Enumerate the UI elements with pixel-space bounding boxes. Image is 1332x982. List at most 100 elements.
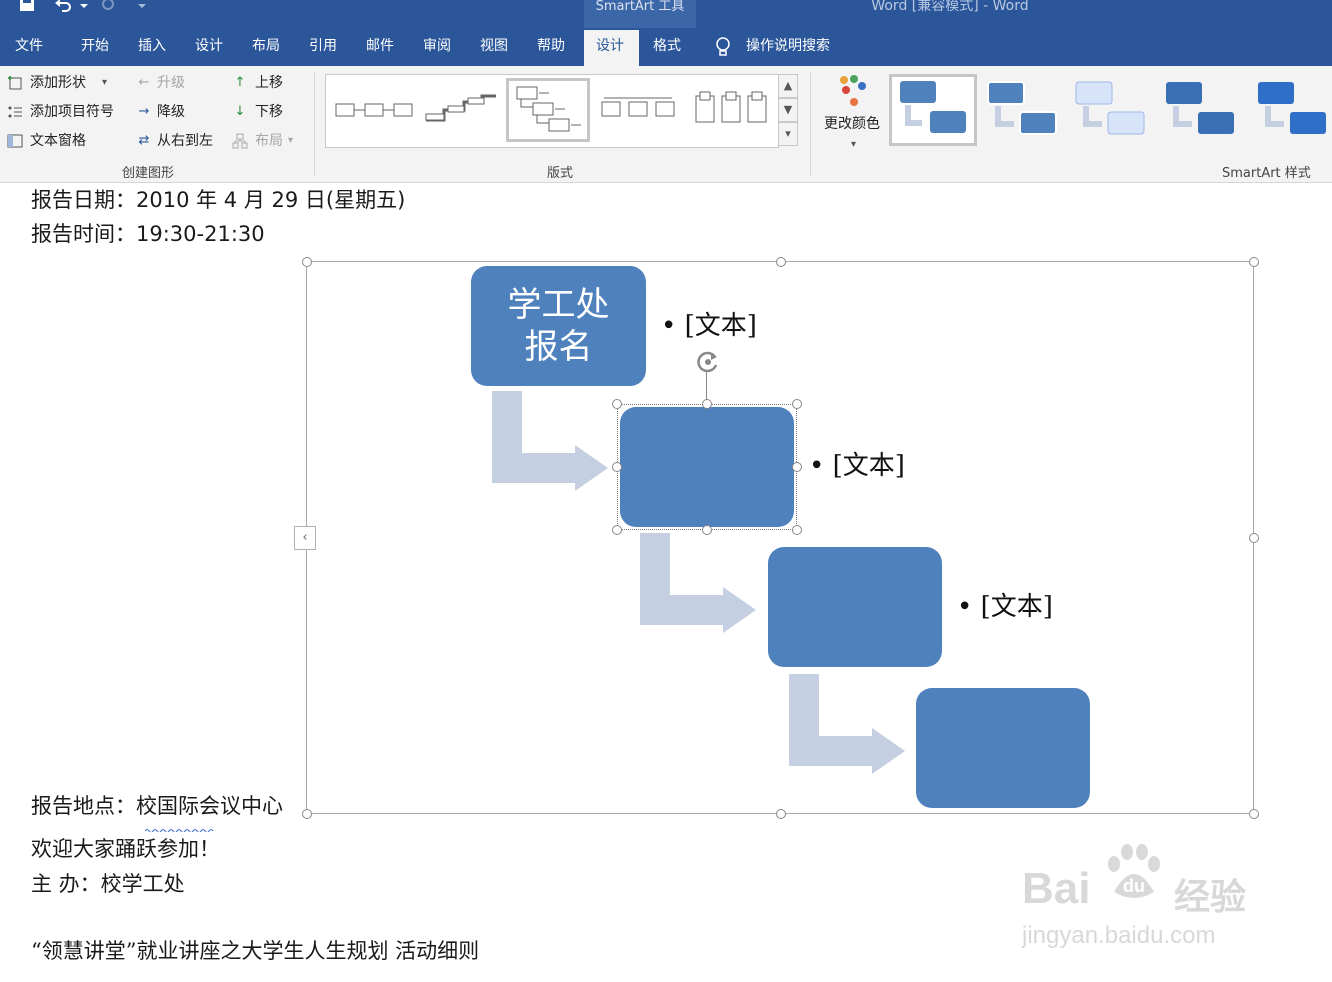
ribbon: 添加形状 ▾ 添加项目符号 文本窗格 ← 升级 → 降级 ⇄ 从右到左 ↑ 上移…: [0, 66, 1332, 183]
rotate-handle-icon[interactable]: [694, 348, 722, 376]
box-1-line: 学工处 报名: [507, 285, 610, 367]
box-2-bullet-text[interactable]: • [文本]: [809, 451, 905, 481]
redo-icon[interactable]: [98, 0, 118, 12]
layout-thumbnail-continuous-arrow[interactable]: [596, 78, 680, 142]
frame-resize-handle-right[interactable]: [1249, 533, 1259, 543]
shape-resize-handle-right[interactable]: [792, 462, 802, 472]
right-to-left-button[interactable]: 从右到左: [157, 132, 213, 150]
layouts-gallery: [325, 74, 779, 148]
smartart-style-thumbnail-simple-fill-selected[interactable]: [889, 74, 977, 146]
shape-resize-handle-left[interactable]: [612, 462, 622, 472]
add-bullet-button[interactable]: 添加项目符号: [30, 103, 114, 121]
process-box-3[interactable]: [768, 547, 942, 667]
tab-file[interactable]: 文件: [15, 35, 43, 57]
tab-smartart-format[interactable]: 格式: [653, 35, 681, 57]
connector-arrow-1: [492, 391, 608, 491]
move-up-button[interactable]: 上移: [255, 74, 283, 92]
shape-resize-handle-bottom-right[interactable]: [792, 525, 802, 535]
activity-title-line: “领慧讲堂”就业讲座之大学生人生规划 活动细则: [31, 939, 480, 963]
shape-resize-handle-top-left[interactable]: [612, 399, 622, 409]
group-separator: [810, 72, 811, 176]
frame-resize-handle-top[interactable]: [776, 257, 786, 267]
layout-thumbnail-basic-process[interactable]: [332, 78, 416, 142]
tab-smartart-design[interactable]: 设计: [596, 35, 624, 57]
smartart-style-thumbnail-moderate-effect[interactable]: [1158, 74, 1246, 146]
layout-thumbnail-detailed-process[interactable]: [688, 78, 772, 142]
save-icon[interactable]: [18, 0, 38, 12]
report-time-line: 报告时间：19:30-21:30: [31, 222, 265, 246]
connector-arrow-2: [640, 533, 756, 633]
tab-view[interactable]: 视图: [480, 35, 508, 57]
promote-icon: ←: [138, 75, 150, 90]
text-pane-toggle-chevron-icon[interactable]: ‹: [294, 526, 316, 550]
layout-button[interactable]: 布局: [255, 132, 283, 150]
tab-design[interactable]: 设计: [195, 35, 223, 57]
shape-resize-handle-top[interactable]: [702, 399, 712, 409]
box-1-bullet-text[interactable]: • [文本]: [661, 311, 757, 341]
create-graphic-group-label: 创建图形: [122, 166, 175, 181]
gallery-scroll-down-button[interactable]: ▼: [778, 98, 798, 122]
frame-resize-handle-top-left[interactable]: [302, 257, 312, 267]
tab-help[interactable]: 帮助: [537, 35, 565, 57]
tab-mailings[interactable]: 邮件: [366, 35, 394, 57]
add-shape-dropdown-icon[interactable]: ▾: [102, 74, 107, 92]
tab-insert[interactable]: 插入: [138, 35, 166, 57]
undo-dropdown-icon[interactable]: [78, 0, 98, 12]
text-pane-button[interactable]: 文本窗格: [30, 132, 86, 150]
report-date-line: 报告日期：2010 年 4 月 29 日(星期五): [31, 188, 406, 212]
smartart-style-thumbnail-intense-effect[interactable]: [1246, 74, 1332, 146]
tab-references[interactable]: 引用: [309, 35, 337, 57]
watermark-brand-suffix: 经验: [1174, 877, 1247, 918]
watermark-brand: Bai: [1022, 864, 1091, 913]
smartart-style-thumbnail-subtle-effect[interactable]: [1068, 74, 1156, 146]
change-colors-icon: [836, 74, 872, 110]
group-separator: [314, 72, 315, 176]
move-down-button[interactable]: 下移: [255, 103, 283, 121]
demote-icon: →: [138, 104, 150, 119]
tab-review[interactable]: 审阅: [423, 35, 451, 57]
report-place-line: 报告地点：校国际会议中心: [31, 794, 283, 818]
move-down-icon: ↓: [234, 104, 246, 119]
paw-logo-icon: du: [1100, 842, 1166, 908]
tab-home[interactable]: 开始: [81, 35, 109, 57]
process-box-1-text[interactable]: 学工处 报名: [471, 284, 646, 368]
layout-dropdown-icon[interactable]: ▾: [288, 132, 293, 150]
move-up-icon: ↑: [234, 75, 246, 90]
process-box-4[interactable]: [916, 688, 1090, 808]
gallery-more-button[interactable]: ▾: [778, 122, 798, 146]
text-pane-icon: [7, 133, 23, 149]
customize-qat-icon[interactable]: [134, 0, 154, 12]
layout-org-icon: [232, 133, 248, 149]
box-3-bullet-text[interactable]: • [文本]: [957, 592, 1053, 622]
tab-layout[interactable]: 布局: [252, 35, 280, 57]
frame-resize-handle-top-right[interactable]: [1249, 257, 1259, 267]
frame-resize-handle-bottom-left[interactable]: [302, 809, 312, 819]
add-shape-button[interactable]: 添加形状: [30, 74, 86, 92]
smartart-style-thumbnail-white-outline[interactable]: [980, 74, 1068, 146]
smartart-styles-group-label: SmartArt 样式: [1222, 166, 1311, 181]
gallery-scroll-up-button[interactable]: ▲: [778, 74, 798, 98]
context-group-title: SmartArt 工具: [595, 0, 685, 14]
watermark-url: jingyan.baidu.com: [1022, 922, 1216, 949]
change-colors-button[interactable]: 更改颜色: [824, 115, 880, 133]
baidu-jingyan-watermark: Bai du 经验 jingyan.baidu.com: [1020, 836, 1280, 956]
layout-thumbnail-step-up[interactable]: [420, 78, 504, 142]
welcome-line: 欢迎大家踊跃参加！: [31, 837, 220, 861]
layouts-gallery-scroll: ▲ ▼ ▾: [778, 74, 798, 146]
undo-icon[interactable]: [54, 0, 74, 12]
frame-resize-handle-bottom-right[interactable]: [1249, 809, 1259, 819]
add-bullet-icon: [7, 104, 23, 120]
frame-resize-handle-bottom[interactable]: [776, 809, 786, 819]
shape-resize-handle-bottom-left[interactable]: [612, 525, 622, 535]
shape-selection-outline: [617, 404, 797, 530]
window-title: Word [兼容模式] - Word: [871, 0, 1029, 14]
svg-text:du: du: [1123, 876, 1145, 896]
shape-resize-handle-top-right[interactable]: [792, 399, 802, 409]
layout-thumbnail-staggered-process-selected[interactable]: [506, 78, 590, 142]
tell-me-search[interactable]: 操作说明搜索: [746, 35, 830, 57]
shape-resize-handle-bottom[interactable]: [702, 525, 712, 535]
promote-button[interactable]: 升级: [157, 74, 185, 92]
change-colors-dropdown-icon[interactable]: ▾: [851, 136, 856, 154]
spellcheck-underline: [144, 817, 215, 833]
demote-button[interactable]: 降级: [157, 103, 185, 121]
